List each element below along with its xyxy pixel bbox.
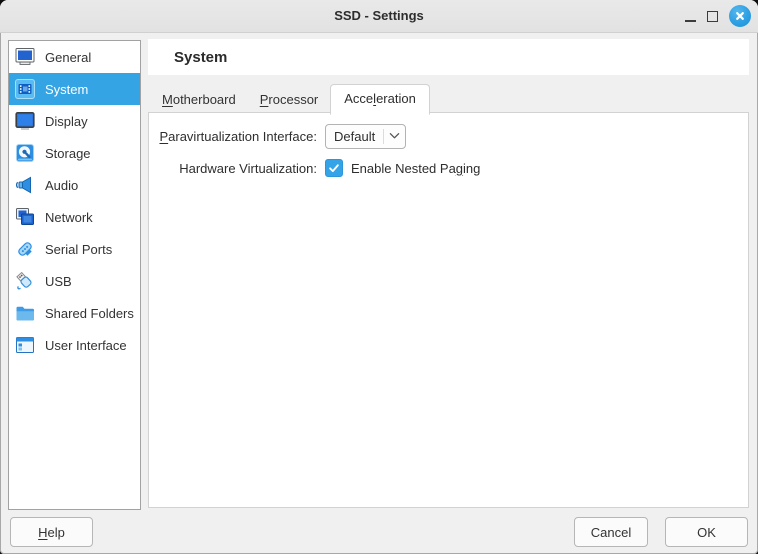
page-title: System bbox=[174, 49, 227, 66]
folder-icon bbox=[14, 302, 36, 324]
sidebar-item-label: Storage bbox=[45, 146, 91, 161]
paravirtualization-select[interactable]: Default bbox=[325, 124, 406, 149]
sidebar-item-label: User Interface bbox=[45, 338, 127, 353]
sidebar-item-label: General bbox=[45, 50, 91, 65]
sidebar-item-label: Serial Ports bbox=[45, 242, 112, 257]
sidebar-item-display[interactable]: Display bbox=[9, 105, 140, 137]
settings-category-list: General System Display Storage Audio bbox=[8, 40, 141, 510]
paravirtualization-label: Paravirtualization Interface: bbox=[149, 129, 317, 144]
close-button[interactable] bbox=[729, 5, 751, 27]
tab-bar: Motherboard Processor Acceleration bbox=[150, 84, 430, 114]
sidebar-item-usb[interactable]: USB bbox=[9, 265, 140, 297]
serial-port-icon bbox=[14, 238, 36, 260]
hardware-virtualization-row: Hardware Virtualization: Enable Nested P… bbox=[149, 155, 748, 181]
monitor-icon bbox=[14, 46, 36, 68]
paravirtualization-selected-value: Default bbox=[334, 129, 375, 144]
sidebar-item-label: System bbox=[45, 82, 88, 97]
minimize-button[interactable] bbox=[685, 11, 696, 22]
cancel-button[interactable]: Cancel bbox=[574, 517, 648, 547]
sidebar-item-label: Audio bbox=[45, 178, 78, 193]
window-title: SSD - Settings bbox=[0, 0, 758, 32]
maximize-icon bbox=[707, 11, 718, 22]
check-icon bbox=[327, 161, 341, 175]
titlebar[interactable]: SSD - Settings bbox=[0, 0, 758, 33]
maximize-button[interactable] bbox=[707, 11, 718, 22]
help-button[interactable]: Help bbox=[10, 517, 93, 547]
display-icon bbox=[14, 110, 36, 132]
sidebar-item-storage[interactable]: Storage bbox=[9, 137, 140, 169]
tab-processor[interactable]: Processor bbox=[248, 88, 331, 114]
sidebar-item-system[interactable]: System bbox=[9, 73, 140, 105]
sidebar-item-network[interactable]: Network bbox=[9, 201, 140, 233]
nested-paging-checkbox[interactable] bbox=[325, 159, 343, 177]
nested-paging-label[interactable]: Enable Nested Paging bbox=[351, 161, 480, 176]
settings-window: SSD - Settings General System bbox=[0, 0, 758, 554]
sidebar-item-audio[interactable]: Audio bbox=[9, 169, 140, 201]
tab-motherboard[interactable]: Motherboard bbox=[150, 88, 248, 114]
speaker-icon bbox=[14, 174, 36, 196]
network-icon bbox=[14, 206, 36, 228]
close-icon bbox=[734, 10, 746, 22]
tab-acceleration[interactable]: Acceleration bbox=[330, 84, 430, 115]
sidebar-item-label: USB bbox=[45, 274, 72, 289]
sidebar-item-general[interactable]: General bbox=[9, 41, 140, 73]
sidebar-item-user-interface[interactable]: User Interface bbox=[9, 329, 140, 361]
acceleration-tab-panel: Paravirtualization Interface: Default Ha… bbox=[148, 112, 749, 508]
paravirtualization-row: Paravirtualization Interface: Default bbox=[149, 123, 748, 149]
window-controls bbox=[685, 0, 751, 32]
sidebar-item-label: Shared Folders bbox=[45, 306, 134, 321]
window-icon bbox=[14, 334, 36, 356]
sidebar-item-serial-ports[interactable]: Serial Ports bbox=[9, 233, 140, 265]
sidebar-item-shared-folders[interactable]: Shared Folders bbox=[9, 297, 140, 329]
usb-icon bbox=[14, 270, 36, 292]
sidebar-item-label: Network bbox=[45, 210, 93, 225]
chevron-down-icon bbox=[384, 132, 405, 140]
harddisk-icon bbox=[14, 142, 36, 164]
hardware-virtualization-label: Hardware Virtualization: bbox=[149, 161, 317, 176]
sidebar-item-label: Display bbox=[45, 114, 88, 129]
minimize-icon bbox=[685, 20, 696, 22]
ok-button[interactable]: OK bbox=[665, 517, 748, 547]
page-header: System bbox=[148, 39, 749, 75]
chip-icon bbox=[14, 78, 36, 100]
